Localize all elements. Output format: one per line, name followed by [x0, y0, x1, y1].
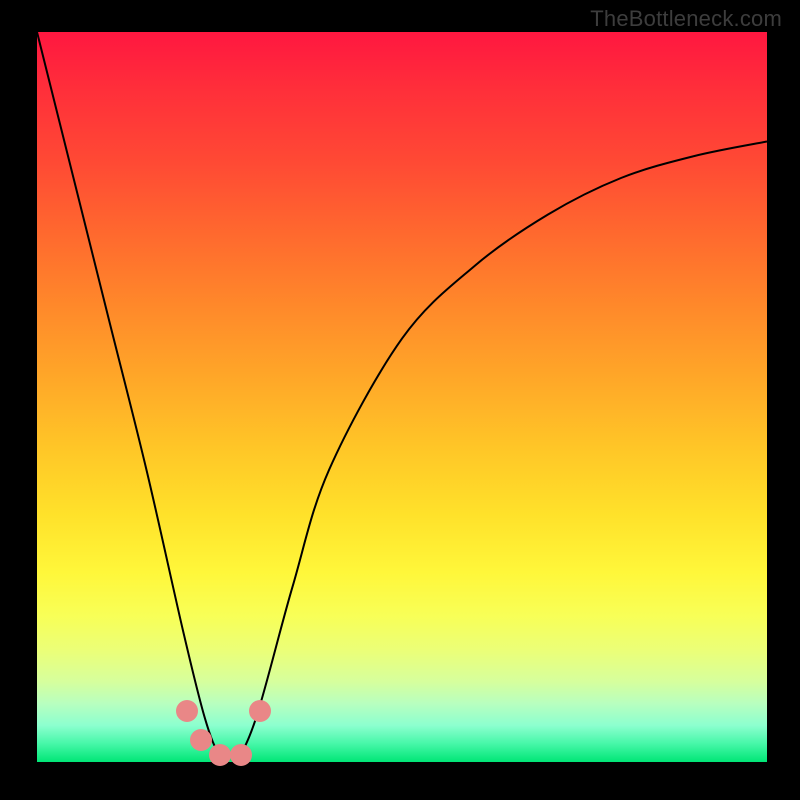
curve-marker [176, 700, 198, 722]
chart-frame: TheBottleneck.com [0, 0, 800, 800]
watermark-text: TheBottleneck.com [590, 6, 782, 32]
curve-marker [249, 700, 271, 722]
curve-marker [209, 744, 231, 766]
bottleneck-curve [37, 32, 767, 762]
curve-marker [230, 744, 252, 766]
